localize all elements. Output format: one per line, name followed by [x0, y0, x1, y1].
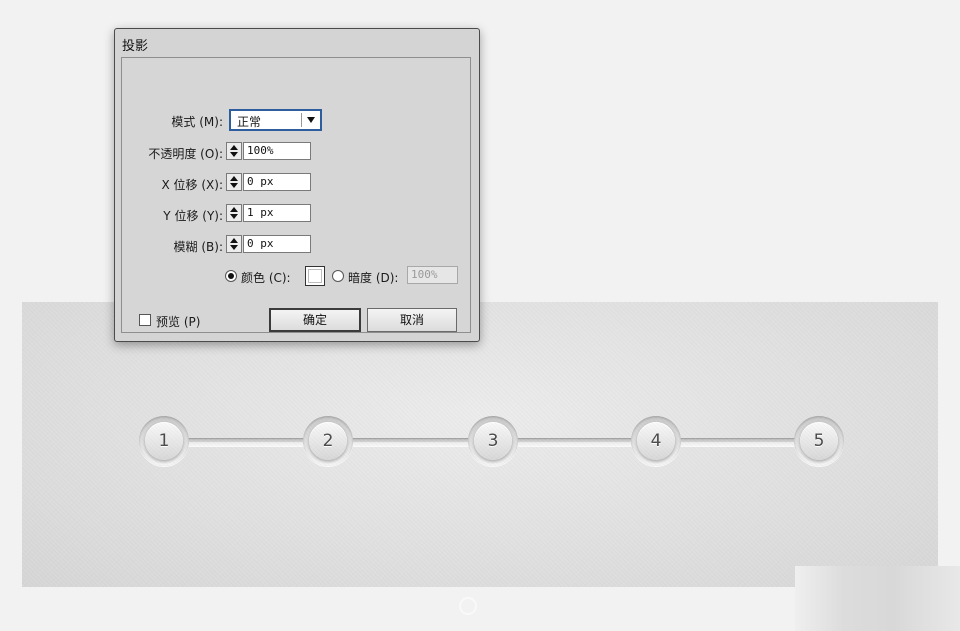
- dialog-title: 投影: [122, 39, 149, 54]
- opacity-stepper[interactable]: [226, 142, 242, 160]
- cancel-button[interactable]: 取消: [367, 308, 457, 332]
- step-number: 5: [813, 431, 825, 451]
- x-offset-field[interactable]: 0 px: [243, 173, 311, 191]
- y-offset-label: Y 位移 (Y):: [163, 209, 223, 223]
- step-2[interactable]: 2: [303, 416, 353, 466]
- arrow-down-icon: [230, 245, 238, 250]
- arrow-up-icon: [230, 145, 238, 150]
- color-radio[interactable]: [225, 270, 237, 282]
- step-number: 3: [487, 431, 499, 451]
- chevron-down-icon: [307, 117, 315, 123]
- opacity-label: 不透明度 (O):: [148, 147, 223, 161]
- arrow-up-icon: [230, 176, 238, 181]
- select-divider: [301, 113, 302, 127]
- arrow-up-icon: [230, 207, 238, 212]
- arrow-down-icon: [230, 183, 238, 188]
- blur-stepper[interactable]: [226, 235, 242, 253]
- darkness-label: 暗度 (D):: [348, 271, 399, 285]
- mode-value: 正常: [237, 115, 262, 129]
- step-3[interactable]: 3: [468, 416, 518, 466]
- mode-label: 模式 (M):: [171, 115, 223, 129]
- preview-label: 预览 (P): [156, 315, 201, 329]
- step-knob: 5: [800, 422, 838, 460]
- x-offset-label: X 位移 (X):: [161, 178, 223, 192]
- drop-shadow-dialog: 投影 模式 (M): 正常 不透明度 (O): 100% X 位移 (X): 0…: [114, 28, 480, 342]
- blurred-corner: [795, 566, 960, 631]
- shadow-color-swatch[interactable]: [305, 266, 325, 286]
- step-knob: 4: [637, 422, 675, 460]
- arrow-up-icon: [230, 238, 238, 243]
- arrow-down-icon: [230, 152, 238, 157]
- blur-label: 模糊 (B):: [173, 240, 223, 254]
- y-offset-stepper[interactable]: [226, 204, 242, 222]
- step-knob: 2: [309, 422, 347, 460]
- step-number: 1: [158, 431, 170, 451]
- color-label: 颜色 (C):: [241, 271, 291, 285]
- dialog-panel: 模式 (M): 正常 不透明度 (O): 100% X 位移 (X): 0 px…: [121, 57, 471, 333]
- opacity-field[interactable]: 100%: [243, 142, 311, 160]
- step-number: 4: [650, 431, 662, 451]
- watermark-icon: [459, 597, 477, 615]
- arrow-down-icon: [230, 214, 238, 219]
- blur-field[interactable]: 0 px: [243, 235, 311, 253]
- step-5[interactable]: 5: [794, 416, 844, 466]
- mode-select[interactable]: 正常: [229, 109, 322, 131]
- artboard-canvas: 1 2 3 4 5: [22, 302, 938, 587]
- step-4[interactable]: 4: [631, 416, 681, 466]
- darkness-radio[interactable]: [332, 270, 344, 282]
- ok-button[interactable]: 确定: [269, 308, 361, 332]
- x-offset-stepper[interactable]: [226, 173, 242, 191]
- step-1[interactable]: 1: [139, 416, 189, 466]
- y-offset-field[interactable]: 1 px: [243, 204, 311, 222]
- preview-checkbox[interactable]: [139, 314, 151, 326]
- step-knob: 1: [145, 422, 183, 460]
- step-number: 2: [322, 431, 334, 451]
- step-knob: 3: [474, 422, 512, 460]
- darkness-field[interactable]: 100%: [407, 266, 458, 284]
